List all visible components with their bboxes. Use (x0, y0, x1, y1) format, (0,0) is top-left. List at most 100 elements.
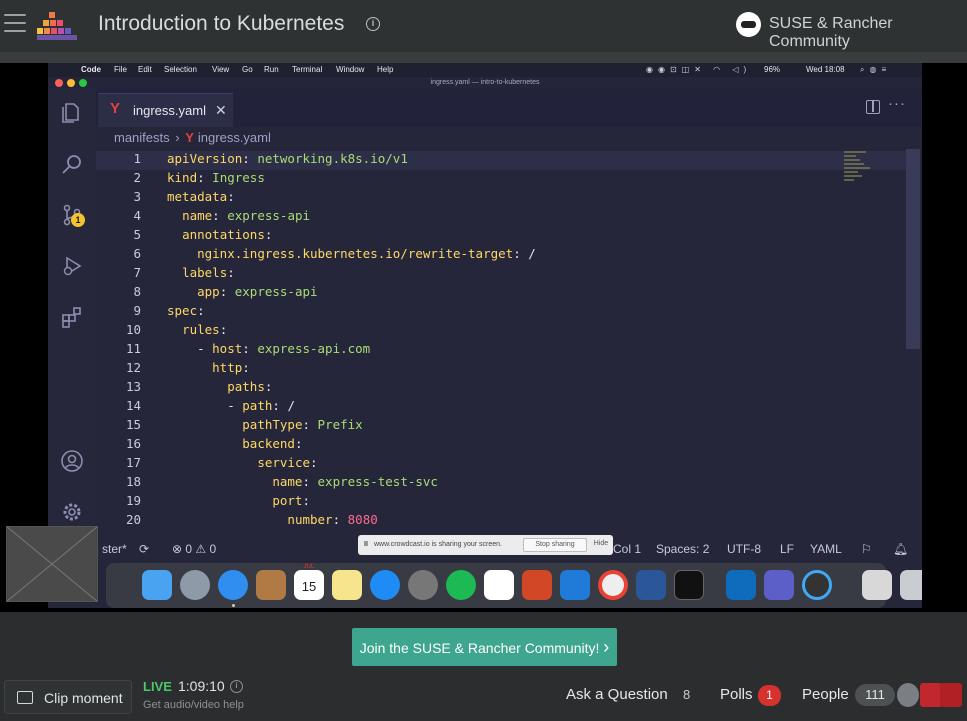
polls-tab[interactable]: Polls (720, 686, 753, 703)
hide-button[interactable]: Hide (591, 538, 611, 552)
breadcrumb-file[interactable]: ingress.yaml (198, 130, 271, 145)
clip-label: Clip moment (44, 690, 123, 706)
running-indicator (232, 604, 235, 607)
maximize-window-icon[interactable] (79, 79, 87, 87)
system-preferences-icon[interactable] (408, 570, 438, 600)
tab-ingress-yaml[interactable]: Y ingress.yaml ✕ (98, 93, 233, 127)
avatar[interactable] (940, 683, 962, 707)
code-line[interactable]: 8 app: express-api (96, 284, 906, 303)
code-line[interactable]: 10 rules: (96, 322, 906, 341)
trash-icon[interactable] (900, 570, 922, 600)
code-line[interactable]: 6 nginx.ingress.kubernetes.io/rewrite-ta… (96, 246, 906, 265)
community-logo[interactable] (736, 12, 761, 37)
safari-icon[interactable] (218, 570, 248, 600)
avatar[interactable] (897, 683, 919, 707)
code-line[interactable]: 20 number: 8080 (96, 512, 906, 531)
run-debug-icon[interactable] (60, 254, 84, 278)
line-ending[interactable]: LF (780, 542, 794, 556)
code-line[interactable]: 1 apiVersion: networking.k8s.io/v1 (96, 151, 906, 170)
contacts-icon[interactable] (256, 570, 286, 600)
more-actions-icon[interactable]: ··· (888, 95, 906, 112)
code-line[interactable]: 11 - host: express-api.com (96, 341, 906, 360)
yaml-key: annotations (182, 227, 265, 242)
powerpoint-icon[interactable] (522, 570, 552, 600)
explorer-icon[interactable] (60, 101, 84, 125)
extensions-icon[interactable] (60, 305, 84, 329)
branch-name[interactable]: ster* (102, 542, 127, 556)
breadcrumb-folder[interactable]: manifests (114, 130, 170, 145)
code-editor[interactable]: 1 apiVersion: networking.k8s.io/v1 2 kind: … (96, 149, 906, 533)
session-title: Introduction to Kubernetes (98, 12, 345, 35)
community-name[interactable]: SUSE & Rancher Community (769, 15, 967, 51)
yaml-key: labels (182, 265, 228, 280)
code-line[interactable]: 19 port: (96, 493, 906, 512)
code-line[interactable]: 4 name: express-api (96, 208, 906, 227)
code-line[interactable]: 2 kind: Ingress (96, 170, 906, 189)
avatar[interactable] (920, 683, 942, 707)
code-line[interactable]: 12 http: (96, 360, 906, 379)
code-line[interactable]: 5 annotations: (96, 227, 906, 246)
menubar-item: Run (264, 65, 279, 74)
chrome-icon[interactable] (598, 570, 628, 600)
vscode-icon[interactable] (560, 570, 590, 600)
spotify-icon[interactable] (446, 570, 476, 600)
clip-moment-button[interactable]: Clip moment (4, 680, 132, 714)
launchpad-icon[interactable] (180, 570, 210, 600)
code-line[interactable]: 7 labels: (96, 265, 906, 284)
slack-icon[interactable] (484, 570, 514, 600)
info-icon[interactable]: i (230, 680, 243, 693)
people-tab[interactable]: People (802, 686, 849, 703)
encoding[interactable]: UTF-8 (727, 542, 761, 556)
code-line[interactable]: 15 pathType: Prefix (96, 417, 906, 436)
crowdcast-logo[interactable] (37, 12, 79, 40)
code-text: pathType: Prefix (167, 417, 362, 432)
language-mode[interactable]: YAML (810, 542, 842, 556)
minimize-window-icon[interactable] (67, 79, 75, 87)
settings-gear-icon[interactable] (60, 500, 84, 524)
calendar-icon[interactable]: JUL 15 (294, 564, 324, 600)
outlook-icon[interactable] (726, 570, 756, 600)
close-window-icon[interactable] (55, 79, 63, 87)
line-number: 10 (125, 322, 141, 337)
editor-scrollbar[interactable] (906, 149, 920, 349)
sync-icon[interactable]: ⟳ (139, 542, 149, 556)
join-community-button[interactable]: Join the SUSE & Rancher Community! › (352, 628, 617, 666)
info-icon[interactable]: i (366, 17, 380, 31)
hamburger-menu-icon[interactable] (4, 14, 26, 32)
split-editor-icon[interactable] (866, 100, 880, 114)
audio-video-help-link[interactable]: Get audio/video help (143, 699, 244, 711)
code-line[interactable]: 18 name: express-test-svc (96, 474, 906, 493)
code-line[interactable]: 9 spec: (96, 303, 906, 322)
app-store-icon[interactable] (370, 570, 400, 600)
code-text: annotations: (167, 227, 272, 242)
notifications-bell-icon[interactable]: 🔔︎ (893, 542, 908, 556)
stop-sharing-button[interactable]: Stop sharing (523, 538, 587, 552)
account-icon[interactable] (60, 449, 84, 473)
downloads-stack-icon[interactable] (862, 570, 892, 600)
edge-icon[interactable] (802, 570, 832, 600)
yaml-colon: : (242, 151, 258, 166)
finder-icon[interactable] (142, 570, 172, 600)
code-line[interactable]: 3 metadata: (96, 189, 906, 208)
close-tab-icon[interactable]: ✕ (215, 102, 227, 119)
yaml-key: http (212, 360, 243, 375)
notes-icon[interactable] (332, 570, 362, 600)
code-text: - path: / (167, 398, 295, 413)
ask-question-tab[interactable]: Ask a Question (566, 686, 668, 703)
screen-sharing-notice: II www.crowdcast.io is sharing your scre… (358, 535, 613, 555)
search-icon[interactable] (60, 152, 84, 176)
teams-icon[interactable] (764, 570, 794, 600)
code-line[interactable]: 16 backend: (96, 436, 906, 455)
feedback-icon[interactable]: ⚐ (861, 542, 872, 556)
minimap[interactable] (844, 151, 876, 191)
cursor-position[interactable]: Col 1 (613, 542, 641, 556)
word-icon[interactable] (636, 570, 666, 600)
code-line[interactable]: 17 service: (96, 455, 906, 474)
line-number: 17 (125, 455, 141, 470)
indentation[interactable]: Spaces: 2 (656, 542, 709, 556)
code-line[interactable]: 13 paths: (96, 379, 906, 398)
code-text: backend: (167, 436, 302, 451)
code-line[interactable]: 14 - path: / (96, 398, 906, 417)
terminal-icon[interactable] (674, 570, 704, 600)
problems-count[interactable]: ⊗ 0 ⚠ 0 (172, 542, 216, 556)
